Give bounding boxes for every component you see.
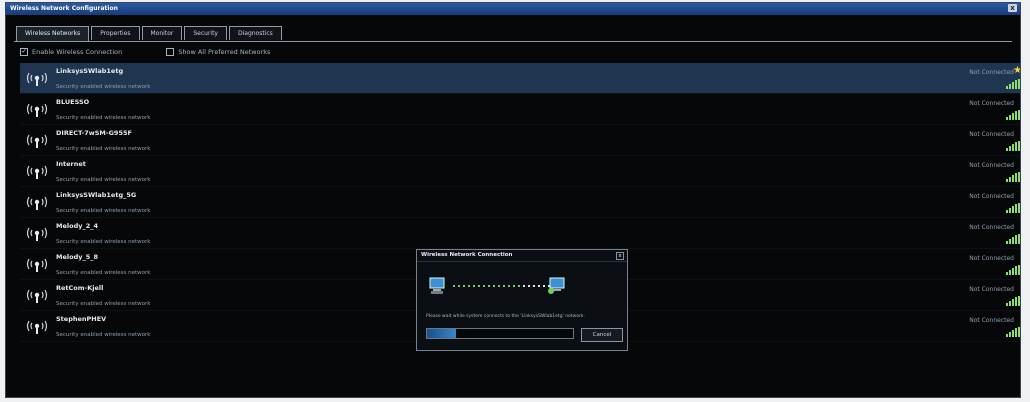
network-description: Security enabled wireless network (56, 146, 151, 152)
network-description: Security enabled wireless network (56, 115, 151, 121)
network-name: LinksysSWlab1etg_5G (56, 191, 137, 199)
network-name: RetCom-Kjell (56, 284, 104, 292)
antenna-icon (26, 103, 48, 117)
network-name: BLUESSO (56, 98, 90, 106)
signal-strength-icon (1006, 172, 1020, 182)
network-row[interactable]: BLUESSO Security enabled wireless network… (20, 94, 1020, 125)
network-computer-icon (548, 277, 565, 294)
dialog-message: Please wait while system connects to the… (426, 314, 585, 319)
options-bar: ✓ Enable Wireless Connection Show All Pr… (20, 48, 314, 56)
antenna-icon (26, 320, 48, 334)
window-titlebar: Wireless Network Configuration x (6, 3, 1020, 15)
network-name: Melody_5_8 (56, 253, 99, 261)
network-status: Not Connected (969, 100, 1014, 107)
network-row[interactable]: DIRECT-7wSM-G955F Security enabled wirele… (20, 125, 1020, 156)
network-name: LinksysSWlab1etg (56, 67, 124, 75)
antenna-icon (26, 258, 48, 272)
network-row[interactable]: LinksysSWlab1etg Security enabled wireles… (20, 63, 1020, 94)
connection-dialog: Wireless Network Connection x Please wai… (416, 249, 628, 351)
antenna-icon (26, 196, 48, 210)
window-title: Wireless Network Configuration (10, 5, 118, 12)
show-preferred-checkbox[interactable] (166, 48, 175, 56)
enable-wireless-label: Enable Wireless Connection (32, 48, 123, 56)
signal-strength-icon (1006, 234, 1020, 244)
tab-monitor[interactable]: Monitor (141, 26, 183, 40)
signal-strength-icon (1006, 327, 1020, 337)
network-description: Security enabled wireless network (56, 332, 151, 338)
dialog-close-icon[interactable]: x (616, 252, 624, 260)
enable-wireless-checkbox[interactable]: ✓ (20, 48, 28, 56)
signal-strength-icon (1006, 203, 1020, 213)
show-preferred-option[interactable]: Show All Preferred Networks (166, 48, 270, 56)
network-status: Not Connected (969, 317, 1014, 324)
computer-icon (429, 277, 445, 294)
network-description: Security enabled wireless network (56, 84, 151, 90)
network-name: Melody_2_4 (56, 222, 99, 230)
network-status: Not Connected (969, 255, 1014, 262)
window-close-button[interactable]: x (1008, 4, 1017, 12)
antenna-icon (26, 72, 48, 86)
network-name: StephenPHEV (56, 315, 107, 323)
tab-wireless-networks[interactable]: Wireless Networks (16, 26, 90, 41)
signal-strength-icon (1006, 110, 1020, 120)
network-row[interactable]: Internet Security enabled wireless networ… (20, 156, 1020, 187)
tab-security[interactable]: Security (184, 26, 227, 40)
network-status: Not Connected (969, 162, 1014, 169)
cancel-button[interactable]: Cancel (581, 328, 623, 342)
antenna-icon (26, 289, 48, 303)
network-status: Not Connected (969, 131, 1014, 138)
signal-strength-icon (1006, 265, 1020, 275)
network-description: Security enabled wireless network (56, 270, 151, 276)
wireless-config-window: Wireless Network Configuration x Wireles… (5, 2, 1021, 398)
signal-strength-icon (1006, 79, 1020, 89)
progress-fill (427, 329, 457, 338)
antenna-icon (26, 134, 48, 148)
tab-diagnostics[interactable]: Diagnostics (228, 26, 282, 40)
network-row[interactable]: Melody_2_4 Security enabled wireless netw… (20, 218, 1020, 249)
network-status: Not Connected (969, 224, 1014, 231)
tab-strip: Wireless Networks Properties Monitor Sec… (16, 26, 282, 41)
antenna-icon (26, 165, 48, 179)
dialog-title: Wireless Network Connection (421, 252, 513, 258)
antenna-icon (26, 227, 48, 241)
network-name: Internet (56, 160, 86, 168)
signal-strength-icon (1006, 296, 1020, 306)
tab-divider (14, 41, 1012, 42)
signal-strength-icon (1006, 141, 1020, 151)
star-icon: ★ (1013, 66, 1020, 76)
network-description: Security enabled wireless network (56, 239, 151, 245)
connection-progress-bar (426, 328, 574, 339)
network-name: DIRECT-7wSM-G955F (56, 129, 132, 137)
connection-progress-dots (453, 285, 555, 287)
dialog-titlebar: Wireless Network Connection x (417, 250, 627, 262)
show-preferred-label: Show All Preferred Networks (178, 48, 271, 56)
network-row[interactable]: LinksysSWlab1etg_5G Security enabled wire… (20, 187, 1020, 218)
tab-properties[interactable]: Properties (91, 26, 140, 40)
network-description: Security enabled wireless network (56, 208, 151, 214)
network-description: Security enabled wireless network (56, 301, 151, 307)
enable-wireless-option[interactable]: ✓ Enable Wireless Connection (20, 48, 122, 56)
network-status: Not Connected (969, 286, 1014, 293)
network-status: Not Connected (969, 193, 1014, 200)
network-description: Security enabled wireless network (56, 177, 151, 183)
network-status: Not Connected (969, 69, 1014, 76)
